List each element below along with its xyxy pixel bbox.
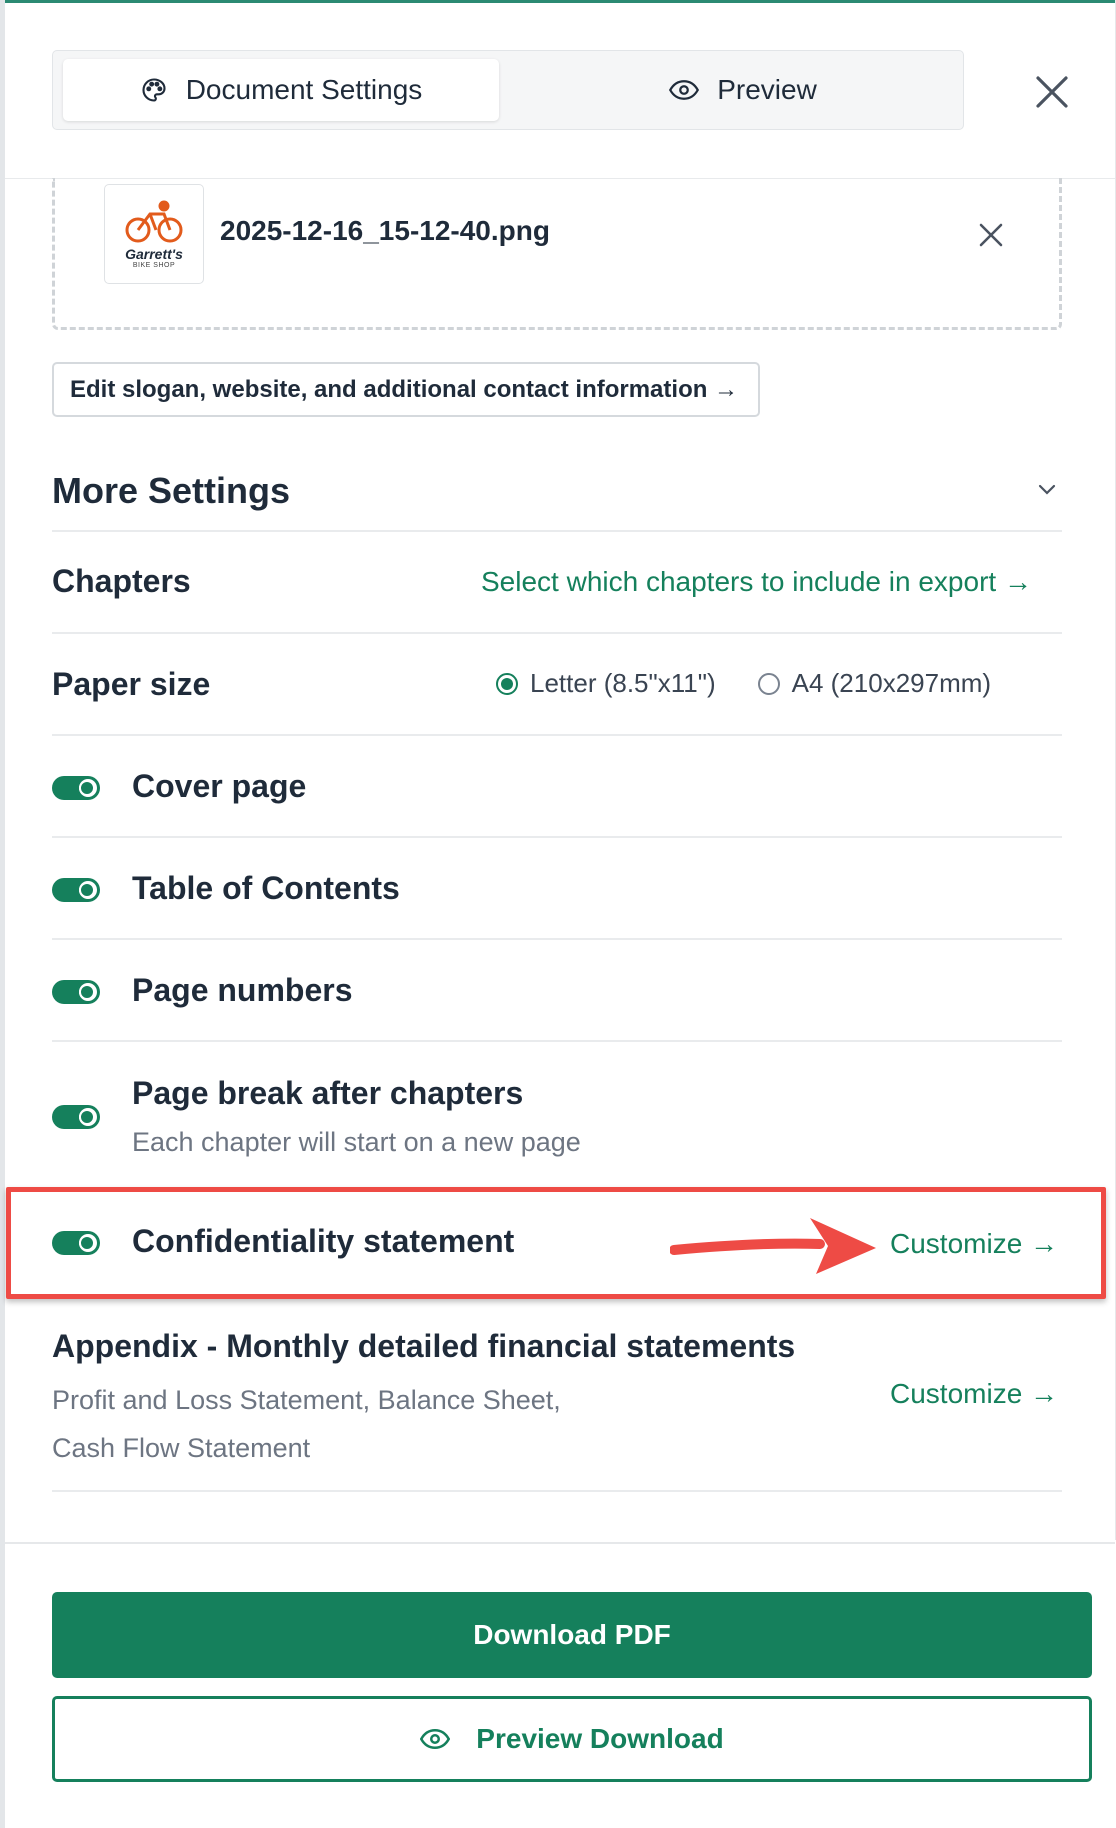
select-chapters-link[interactable]: Select which chapters to include in expo… [481,566,1032,598]
top-accent-line [0,0,1116,3]
page-numbers-label: Page numbers [132,972,353,1008]
divider [52,1040,1062,1042]
close-icon[interactable] [1032,72,1072,112]
appendix-desc-line: Profit and Loss Statement, Balance Sheet… [52,1385,561,1415]
confidentiality-customize-link[interactable]: Customize → [890,1228,1058,1260]
divider [52,530,1062,532]
eye-icon [420,1728,451,1750]
cover-page-toggle[interactable] [52,776,100,800]
footer-divider [5,1542,1115,1544]
edit-contact-info-button[interactable]: Edit slogan, website, and additional con… [52,362,760,417]
left-edge [0,0,5,1828]
confidentiality-label: Confidentiality statement [132,1223,515,1259]
mode-tabs: Document Settings Preview [52,50,964,130]
palette-icon [142,78,166,102]
tab-document-settings-label: Document Settings [185,74,423,105]
table-of-contents-label: Table of Contents [132,870,400,906]
logo-thumbnail: Garrett's BIKE SHOP [104,184,204,284]
paper-a4-label[interactable]: A4 (210x297mm) [792,668,991,699]
tab-preview-label: Preview [717,74,817,105]
cover-page-label: Cover page [132,768,307,804]
logo-subtext: BIKE SHOP [132,261,176,269]
bicycle-logo-icon [125,200,183,242]
download-pdf-button[interactable]: Download PDF [52,1592,1092,1678]
appendix-description: Profit and Loss Statement, Balance Sheet… [52,1376,652,1472]
divider [52,1490,1062,1492]
preview-download-button[interactable]: Preview Download [52,1696,1092,1782]
logo-name: Garrett's [125,245,183,262]
tab-preview[interactable]: Preview [523,59,963,121]
tab-document-settings[interactable]: Document Settings [63,59,499,121]
uploaded-file-name: 2025-12-16_15-12-40.png [220,215,550,246]
confidentiality-toggle[interactable] [52,1231,100,1255]
chapters-label: Chapters [52,563,191,599]
page-break-description: Each chapter will start on a new page [132,1127,581,1157]
paper-size-label: Paper size [52,666,211,702]
appendix-title: Appendix - Monthly detailed financial st… [52,1328,796,1364]
appendix-customize-link[interactable]: Customize → [890,1378,1058,1410]
paper-size-options: Letter (8.5"x11") A4 (210x297mm) [496,668,991,699]
paper-letter-radio[interactable] [496,672,518,695]
page-numbers-toggle[interactable] [52,980,100,1004]
page-break-toggle[interactable] [52,1105,100,1129]
red-arrow-annotation [670,1218,876,1274]
more-settings-title: More Settings [52,470,291,511]
eye-icon [669,80,700,100]
divider [52,836,1062,838]
appendix-desc-line: Cash Flow Statement [52,1433,311,1463]
table-of-contents-toggle[interactable] [52,878,100,902]
paper-letter-label[interactable]: Letter (8.5"x11") [530,668,716,699]
divider [52,632,1062,634]
chevron-down-icon[interactable] [1036,478,1058,500]
page-break-label: Page break after chapters [132,1075,524,1111]
paper-a4-radio[interactable] [757,672,780,695]
remove-file-icon[interactable] [976,220,1006,250]
preview-download-label: Preview Download [476,1723,724,1754]
divider [52,938,1062,940]
divider [52,734,1062,736]
